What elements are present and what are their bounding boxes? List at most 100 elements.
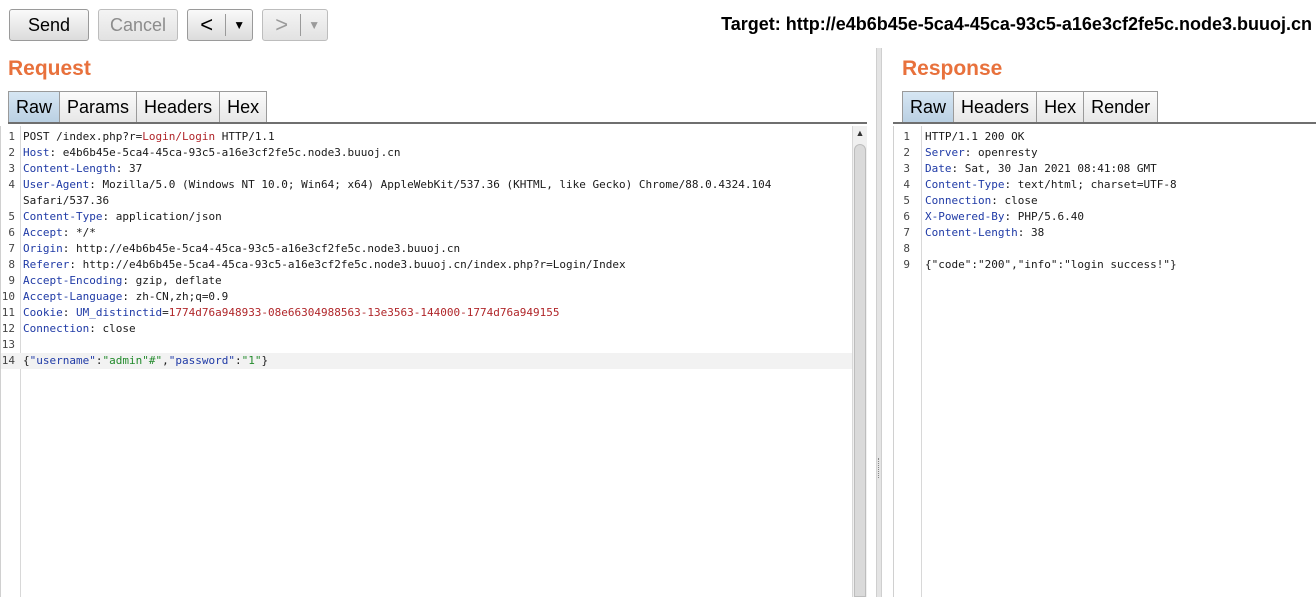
response-editor[interactable]: 1 HTTP/1.1 200 OK 2 Server: openresty 3 Date:… bbox=[893, 126, 1316, 597]
token: 1774d76a948933-08e66304988563-13e3563-14… bbox=[168, 306, 560, 319]
token: HTTP/1.1 bbox=[215, 130, 275, 143]
response-line: 2 Server: openresty bbox=[894, 145, 1316, 161]
token: Referer bbox=[23, 258, 70, 271]
line-number: 11 bbox=[1, 306, 15, 319]
token: Date bbox=[925, 162, 952, 175]
request-lines: 1 POST /index.php?r=Login/Login HTTP/1.1 2… bbox=[1, 129, 852, 369]
line-number: 3 bbox=[8, 162, 15, 175]
token: "username" bbox=[29, 354, 96, 367]
token: Connection bbox=[23, 322, 90, 335]
forward-button[interactable]: > ▼ bbox=[262, 9, 328, 41]
token: Server bbox=[925, 146, 965, 159]
request-line: 5 Content-Type: application/json bbox=[1, 209, 852, 225]
response-tabs: Raw Headers Hex Render bbox=[902, 91, 1159, 123]
line-text: Safari/537.36 bbox=[23, 193, 109, 209]
line-text: Server: openresty bbox=[925, 145, 1038, 161]
tab-response-raw[interactable]: Raw bbox=[902, 91, 955, 123]
line-number: 3 bbox=[903, 162, 910, 175]
token: Accept-Encoding bbox=[23, 274, 123, 287]
token: : http://e4b6b45e-5ca4-45ca-93c5-a16e3cf… bbox=[62, 242, 461, 255]
line-number: 1 bbox=[903, 130, 910, 143]
response-line: 9 {"code":"200","info":"login success!"} bbox=[894, 257, 1316, 273]
line-number: 2 bbox=[903, 146, 910, 159]
token: Host bbox=[23, 146, 50, 159]
token: Content-Type bbox=[925, 178, 1005, 191]
response-line: 7 Content-Length: 38 bbox=[894, 225, 1316, 241]
line-number: 10 bbox=[1, 290, 15, 303]
request-line: 14 {"username":"admin"#","password":"1"} bbox=[1, 353, 852, 369]
token: : text/html; charset=UTF-8 bbox=[1004, 178, 1177, 191]
token: POST /index.php?r= bbox=[23, 130, 143, 143]
token: X-Powered-By bbox=[925, 210, 1005, 223]
token: : gzip, deflate bbox=[122, 274, 222, 287]
line-number: 6 bbox=[903, 210, 910, 223]
line-text: Accept-Encoding: gzip, deflate bbox=[23, 273, 222, 289]
tab-response-render[interactable]: Render bbox=[1083, 91, 1159, 123]
token: Accept-Language bbox=[23, 290, 123, 303]
token: : openresty bbox=[964, 146, 1038, 159]
token: User-Agent bbox=[23, 178, 90, 191]
request-line: 13 bbox=[1, 337, 852, 353]
line-number: 4 bbox=[903, 178, 910, 191]
response-line: 4 Content-Type: text/html; charset=UTF-8 bbox=[894, 177, 1316, 193]
splitter-grip-icon bbox=[878, 458, 880, 478]
pane-splitter[interactable] bbox=[876, 48, 882, 597]
forward-history-dropdown-icon[interactable]: ▼ bbox=[301, 18, 327, 32]
token: : 37 bbox=[115, 162, 143, 175]
token: : bbox=[234, 354, 242, 367]
request-tabs: Raw Params Headers Hex bbox=[8, 91, 268, 123]
token: : bbox=[62, 306, 76, 319]
tab-divider bbox=[893, 122, 1316, 124]
line-text: Accept: */* bbox=[23, 225, 96, 241]
response-title: Response bbox=[902, 57, 1003, 80]
line-number: 1 bbox=[8, 130, 15, 143]
response-lines: 1 HTTP/1.1 200 OK 2 Server: openresty 3 Date:… bbox=[894, 129, 1316, 273]
request-line: 1 POST /index.php?r=Login/Login HTTP/1.1 bbox=[1, 129, 852, 145]
scrollbar-thumb[interactable] bbox=[854, 144, 866, 597]
scroll-up-icon[interactable]: ▲ bbox=[853, 126, 867, 140]
back-history-dropdown-icon[interactable]: ▼ bbox=[226, 18, 252, 32]
token: Safari/537.36 bbox=[23, 194, 110, 207]
request-scrollbar[interactable]: ▲ bbox=[852, 126, 867, 597]
line-text: POST /index.php?r=Login/Login HTTP/1.1 bbox=[23, 129, 275, 145]
request-line: 3 Content-Length: 37 bbox=[1, 161, 852, 177]
line-text: {"code":"200","info":"login success!"} bbox=[925, 257, 1177, 273]
line-number: 7 bbox=[903, 226, 910, 239]
tab-response-hex[interactable]: Hex bbox=[1036, 91, 1085, 123]
request-title: Request bbox=[8, 57, 91, 80]
token: UM_distinctid bbox=[76, 306, 163, 319]
tab-request-hex[interactable]: Hex bbox=[219, 91, 268, 123]
tab-response-headers[interactable]: Headers bbox=[953, 91, 1038, 123]
back-button[interactable]: < ▼ bbox=[187, 9, 253, 41]
token: : PHP/5.6.40 bbox=[1004, 210, 1084, 223]
response-line: 6 X-Powered-By: PHP/5.6.40 bbox=[894, 209, 1316, 225]
token: "1" bbox=[241, 354, 262, 367]
cancel-button[interactable]: Cancel bbox=[98, 9, 178, 41]
request-line: 6 Accept: */* bbox=[1, 225, 852, 241]
line-text: Cookie: UM_distinctid=1774d76a948933-08e… bbox=[23, 305, 559, 321]
request-line: 4 User-Agent: Mozilla/5.0 (Windows NT 10.… bbox=[1, 177, 852, 193]
line-number: 8 bbox=[8, 258, 15, 271]
line-text: Content-Type: text/html; charset=UTF-8 bbox=[925, 177, 1177, 193]
token: : zh-CN,zh;q=0.9 bbox=[122, 290, 229, 303]
request-editor[interactable]: 1 POST /index.php?r=Login/Login HTTP/1.1 2… bbox=[0, 126, 852, 597]
response-line: 1 HTTP/1.1 200 OK bbox=[894, 129, 1316, 145]
toolbar: Send Cancel < ▼ > ▼ Target: http://e4b6b… bbox=[0, 0, 1316, 50]
line-number: 9 bbox=[8, 274, 15, 287]
target-url[interactable]: Target: http://e4b6b45e-5ca4-45ca-93c5-a… bbox=[721, 14, 1312, 35]
line-text: HTTP/1.1 200 OK bbox=[925, 129, 1024, 145]
line-text: Connection: close bbox=[925, 193, 1038, 209]
line-number: 4 bbox=[8, 178, 15, 191]
request-line: 7 Origin: http://e4b6b45e-5ca4-45ca-93c5-… bbox=[1, 241, 852, 257]
tab-request-headers[interactable]: Headers bbox=[136, 91, 221, 123]
line-number: 6 bbox=[8, 226, 15, 239]
token: , bbox=[162, 354, 169, 367]
token: Connection bbox=[925, 194, 992, 207]
token: } bbox=[261, 354, 269, 367]
tab-request-params[interactable]: Params bbox=[59, 91, 138, 123]
tab-request-raw[interactable]: Raw bbox=[8, 91, 61, 123]
line-number: 8 bbox=[903, 242, 910, 255]
request-line: 2 Host: e4b6b45e-5ca4-45ca-93c5-a16e3cf2f… bbox=[1, 145, 852, 161]
send-button[interactable]: Send bbox=[9, 9, 89, 41]
line-text: Connection: close bbox=[23, 321, 136, 337]
